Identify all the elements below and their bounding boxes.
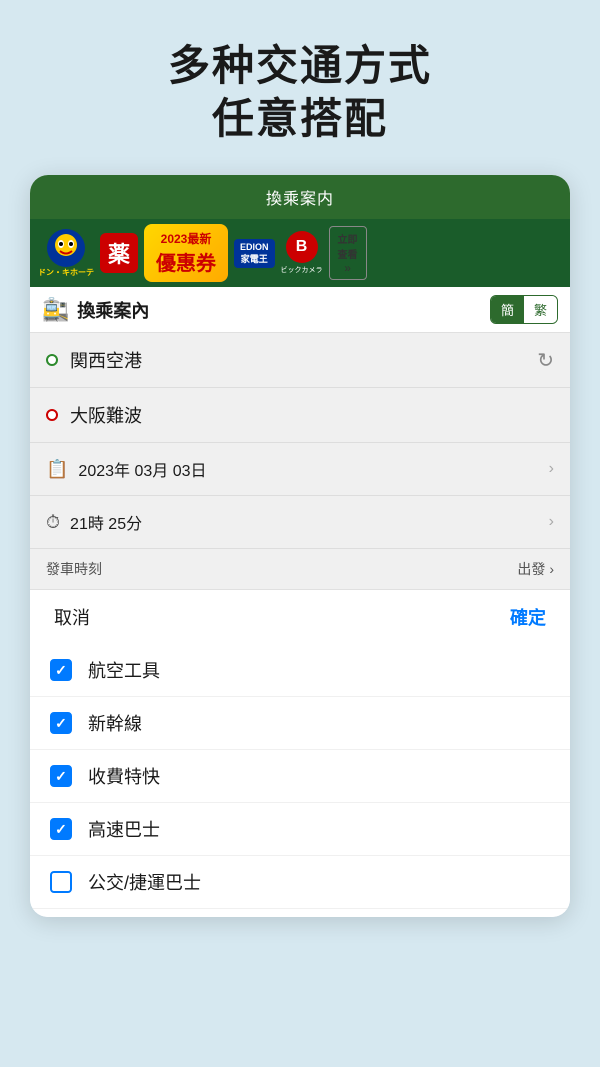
date-text: 2023年 03月 03日 xyxy=(78,457,548,481)
confirm-button[interactable]: 確定 xyxy=(510,604,546,630)
transport-checkbox[interactable] xyxy=(50,712,72,734)
route-section: 関西空港 ↻ 大阪難波 📋 2023年 03月 03日 › ⏱ 21時 25分 … xyxy=(30,333,570,589)
depart-label: 發車時刻 xyxy=(46,559,102,579)
transport-item[interactable]: 收費特快 xyxy=(30,750,570,803)
card-header: 換乘案内 xyxy=(30,175,570,219)
from-text: 関西空港 xyxy=(70,347,142,373)
transport-item[interactable]: 高速巴士 xyxy=(30,803,570,856)
transport-item[interactable]: 公交/捷運巴士 xyxy=(30,856,570,909)
ad-coupon-year: 2023最新 xyxy=(161,230,212,247)
action-row: 取消 確定 xyxy=(30,589,570,644)
see-now-arrow: » xyxy=(344,261,351,275)
hero-section: 多种交通方式 任意搭配 xyxy=(168,40,432,145)
hero-title-line1: 多种交通方式 xyxy=(168,40,432,93)
transport-label: 新幹線 xyxy=(88,710,142,736)
see-now-label: 立即 xyxy=(338,231,358,246)
nav-title: 換乘案內 xyxy=(77,297,149,323)
edion-label: EDION xyxy=(240,242,269,252)
time-row[interactable]: ⏱ 21時 25分 › xyxy=(30,495,570,548)
refresh-icon[interactable]: ↻ xyxy=(537,348,554,373)
transport-label: 收費特快 xyxy=(88,763,160,789)
transport-item[interactable]: 新幹線 xyxy=(30,697,570,750)
depart-right: 出發 › xyxy=(517,559,554,579)
transport-item[interactable]: 航空工具 xyxy=(30,644,570,697)
ad-banner-inner: ドン・キホーテ 薬 2023最新 優惠券 EDION 家電王 B ビックカメラ … xyxy=(38,224,562,282)
ad-coupon-box: 2023最新 優惠券 xyxy=(144,224,228,282)
train-icon: 🚉 xyxy=(42,297,69,323)
ad-don-quijote: ドン・キホーテ xyxy=(38,229,94,278)
nav-bar-left: 🚉 換乘案內 xyxy=(42,297,149,323)
cancel-button[interactable]: 取消 xyxy=(54,604,90,630)
time-text: 21時 25分 xyxy=(70,510,549,534)
time-icon: ⏱ xyxy=(46,512,60,533)
edion-sub: 家電王 xyxy=(241,252,268,265)
bicamera-label: ビックカメラ xyxy=(281,265,323,275)
depart-row[interactable]: 發車時刻 出發 › xyxy=(30,548,570,589)
to-field[interactable]: 大阪難波 xyxy=(30,387,570,442)
nav-bar: 🚉 換乘案內 簡 繁 xyxy=(30,287,570,333)
transport-label: 高速巴士 xyxy=(88,816,160,842)
from-dot xyxy=(46,354,58,366)
don-brand: ドン・キホーテ xyxy=(38,267,94,278)
date-arrow: › xyxy=(549,460,554,478)
ad-bicamera: B ビックカメラ xyxy=(281,231,323,275)
transport-checkbox[interactable] xyxy=(50,871,72,893)
bic-logo: B xyxy=(286,231,318,263)
transport-checkbox[interactable] xyxy=(50,765,72,787)
date-icon: 📋 xyxy=(46,459,68,480)
see-now-label2: 查看 xyxy=(338,246,358,261)
transport-label: 航空工具 xyxy=(88,657,160,683)
lang-trad-btn[interactable]: 繁 xyxy=(524,296,557,323)
transport-label: 公交/捷運巴士 xyxy=(88,869,201,895)
ad-coupon-text: 優惠券 xyxy=(156,247,216,276)
transport-checkbox[interactable] xyxy=(50,659,72,681)
to-text: 大阪難波 xyxy=(70,402,142,428)
ad-see-now[interactable]: 立即 查看 » xyxy=(329,226,367,280)
ad-edion: EDION 家電王 xyxy=(234,239,275,268)
from-field[interactable]: 関西空港 ↻ xyxy=(30,333,570,387)
date-row[interactable]: 📋 2023年 03月 03日 › xyxy=(30,442,570,495)
time-arrow: › xyxy=(549,513,554,531)
depart-arrow: › xyxy=(549,561,554,577)
to-dot xyxy=(46,409,58,421)
lang-simple-btn[interactable]: 簡 xyxy=(491,296,524,323)
lang-switcher[interactable]: 簡 繁 xyxy=(490,295,558,324)
depart-value: 出發 xyxy=(517,559,545,579)
app-card: 換乘案内 ドン・キホーテ 薬 2023最新 xyxy=(30,175,570,917)
transport-list: 航空工具新幹線收費特快高速巴士公交/捷運巴士 xyxy=(30,644,570,917)
hero-title-line2: 任意搭配 xyxy=(168,93,432,146)
ad-banner[interactable]: ドン・キホーテ 薬 2023最新 優惠券 EDION 家電王 B ビックカメラ … xyxy=(30,219,570,287)
transport-checkbox[interactable] xyxy=(50,818,72,840)
ad-yakumart: 薬 xyxy=(100,233,138,273)
card-header-title: 換乘案内 xyxy=(266,191,334,208)
